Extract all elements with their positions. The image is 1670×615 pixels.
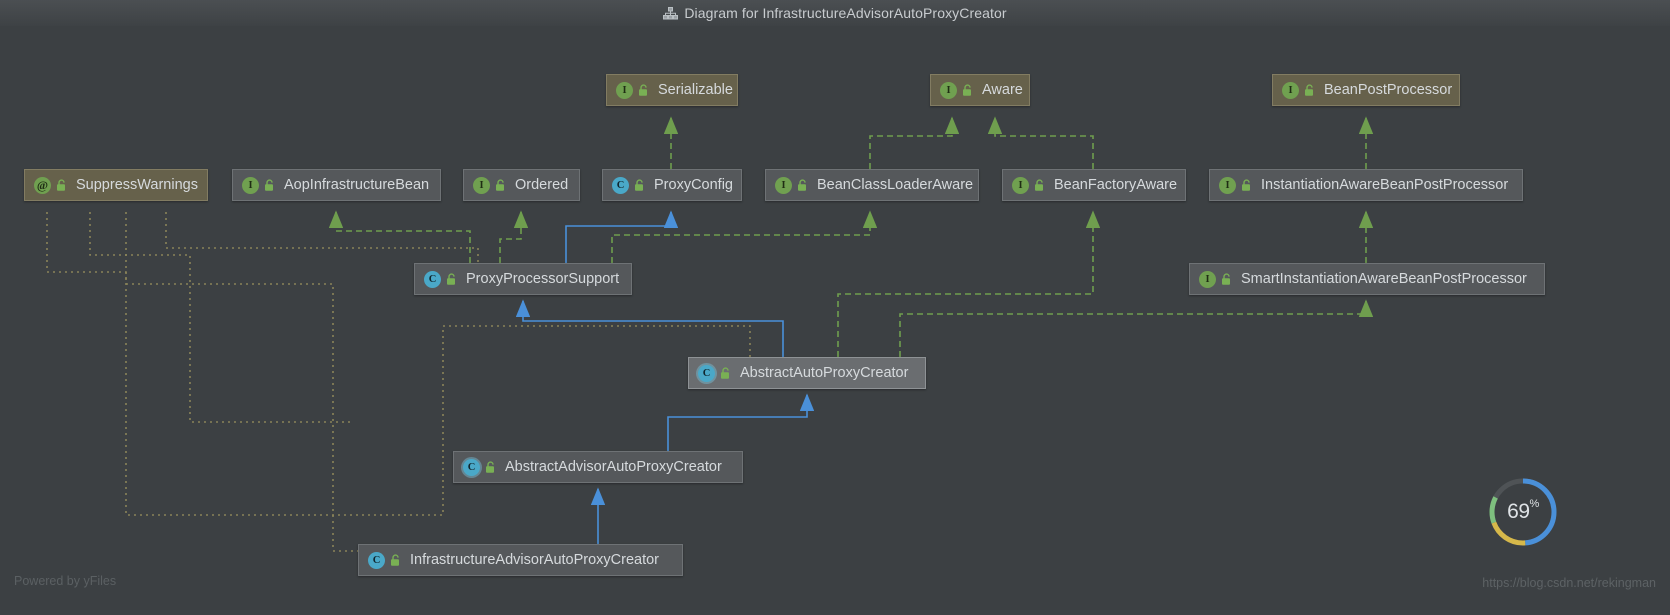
- diagram-node-aapc[interactable]: C AbstractAutoProxyCreator: [688, 357, 926, 389]
- node-label: SuppressWarnings: [76, 177, 198, 193]
- window-title-bar: Diagram for InfrastructureAdvisorAutoPro…: [0, 0, 1670, 27]
- node-label: SmartInstantiationAwareBeanPostProcessor: [1241, 271, 1527, 287]
- lock-icon: [635, 178, 643, 191]
- interface-icon: I: [940, 81, 957, 99]
- diagram-canvas[interactable]: I Serializable I Aware I BeanPostProcessor @ Su…: [0, 26, 1670, 615]
- diagram-node-instaware[interactable]: I InstantiationAwareBeanPostProcessor: [1209, 169, 1523, 201]
- hierarchy-icon: [663, 6, 679, 20]
- progress-indicator: 69%: [1487, 476, 1559, 548]
- interface-icon: I: [775, 176, 792, 194]
- diagram-node-serializable[interactable]: I Serializable: [606, 74, 738, 106]
- progress-value: 69%: [1487, 476, 1559, 548]
- diagram-node-ordered[interactable]: I Ordered: [463, 169, 580, 201]
- lock-icon: [265, 178, 273, 191]
- lock-icon: [447, 272, 455, 285]
- class-icon: C: [424, 270, 441, 288]
- diagram-node-proxyconfig[interactable]: C ProxyConfig: [602, 169, 742, 201]
- node-label: BeanFactoryAware: [1054, 177, 1178, 193]
- interface-icon: I: [473, 176, 490, 194]
- lock-icon: [1035, 178, 1043, 191]
- lock-icon: [721, 366, 729, 379]
- diagram-node-smartinst[interactable]: I SmartInstantiationAwareBeanPostProcesso…: [1189, 263, 1545, 295]
- watermark-url: https://blog.csdn.net/rekingman: [1482, 576, 1656, 590]
- interface-icon: I: [1199, 270, 1216, 288]
- node-label: BeanClassLoaderAware: [817, 177, 974, 193]
- lock-icon: [391, 553, 399, 566]
- annotation-icon: @: [34, 176, 51, 194]
- interface-icon: I: [1219, 176, 1236, 194]
- diagram-node-aopinfra[interactable]: I AopInfrastructureBean: [232, 169, 441, 201]
- yfiles-credit: Powered by yFiles: [14, 574, 117, 588]
- interface-icon: I: [242, 176, 259, 194]
- class-icon: C: [368, 551, 385, 569]
- node-label: AopInfrastructureBean: [284, 177, 430, 193]
- node-label: Aware: [982, 82, 1023, 98]
- lock-icon: [963, 83, 971, 96]
- abstract-class-icon: C: [698, 364, 715, 382]
- diagram-edges: [46, 116, 1374, 552]
- interface-icon: I: [616, 81, 633, 99]
- class-icon: C: [612, 176, 629, 194]
- lock-icon: [1222, 272, 1230, 285]
- diagram-node-bfaware[interactable]: I BeanFactoryAware: [1002, 169, 1186, 201]
- interface-icon: I: [1282, 81, 1299, 99]
- diagram-node-suppress[interactable]: @ SuppressWarnings: [24, 169, 208, 201]
- node-label: Ordered: [515, 177, 569, 193]
- abstract-class-icon: C: [463, 458, 480, 476]
- progress-unit: %: [1529, 498, 1540, 510]
- lock-icon: [57, 178, 65, 191]
- diagram-node-beanpost[interactable]: I BeanPostProcessor: [1272, 74, 1460, 106]
- diagram-node-aware[interactable]: I Aware: [930, 74, 1030, 106]
- diagram-node-bclaware[interactable]: I BeanClassLoaderAware: [765, 169, 979, 201]
- diagram-node-pps[interactable]: C ProxyProcessorSupport: [414, 263, 632, 295]
- lock-icon: [486, 460, 494, 473]
- diagram-node-iaapc[interactable]: C InfrastructureAdvisorAutoProxyCreator: [358, 544, 683, 576]
- node-label: AbstractAdvisorAutoProxyCreator: [505, 459, 722, 475]
- lock-icon: [496, 178, 504, 191]
- interface-icon: I: [1012, 176, 1029, 194]
- diagram-node-aaapc[interactable]: C AbstractAdvisorAutoProxyCreator: [453, 451, 743, 483]
- node-label: AbstractAutoProxyCreator: [740, 365, 909, 381]
- node-label: InstantiationAwareBeanPostProcessor: [1261, 177, 1509, 193]
- lock-icon: [1305, 83, 1313, 96]
- lock-icon: [798, 178, 806, 191]
- node-label: Serializable: [658, 82, 733, 98]
- node-label: ProxyProcessorSupport: [466, 271, 620, 287]
- node-label: ProxyConfig: [654, 177, 733, 193]
- progress-number: 69: [1507, 500, 1530, 523]
- node-label: BeanPostProcessor: [1324, 82, 1453, 98]
- lock-icon: [639, 83, 647, 96]
- lock-icon: [1242, 178, 1250, 191]
- node-label: InfrastructureAdvisorAutoProxyCreator: [410, 552, 660, 568]
- window-title-text: Diagram for InfrastructureAdvisorAutoPro…: [684, 5, 1007, 21]
